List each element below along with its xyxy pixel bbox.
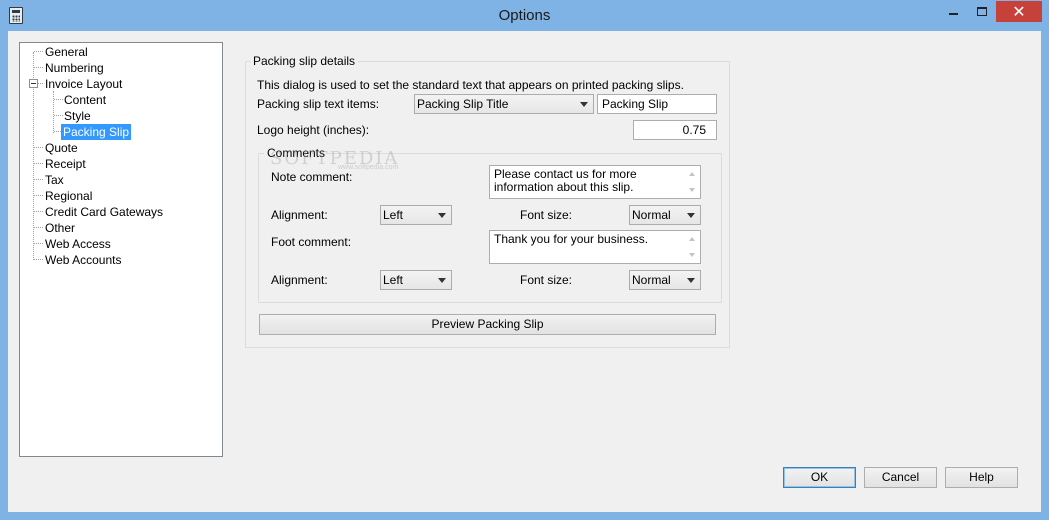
preview-packing-slip-button[interactable]: Preview Packing Slip: [259, 314, 716, 335]
watermark-url: www.softpedia.com: [338, 164, 399, 171]
foot-alignment-select[interactable]: Left: [380, 270, 452, 290]
tree-line: [34, 227, 43, 228]
minimize-button[interactable]: [940, 1, 967, 22]
tree-line: [53, 91, 54, 133]
chevron-down-icon: [438, 213, 446, 218]
foot-font-size-selected: Normal: [632, 273, 671, 287]
chevron-down-icon: [687, 278, 695, 283]
text-items-select[interactable]: Packing Slip Title: [414, 94, 594, 114]
foot-font-size-select[interactable]: Normal: [629, 270, 701, 290]
help-button[interactable]: Help: [945, 467, 1018, 488]
scroll-up-icon[interactable]: [689, 237, 695, 241]
note-font-size-selected: Normal: [632, 208, 671, 222]
tree-item-other[interactable]: Other: [43, 220, 77, 236]
tree-item-packing-slip[interactable]: Packing Slip: [61, 124, 132, 140]
tree-item-content[interactable]: Content: [62, 92, 108, 108]
options-window: Options ✕ General Numbering Invoice Layo…: [0, 0, 1049, 520]
tree-line: [54, 131, 61, 132]
tree-line: [34, 211, 43, 212]
tree-item-quote[interactable]: Quote: [43, 140, 80, 156]
description-text: This dialog is used to set the standard …: [257, 78, 684, 92]
scroll-down-icon[interactable]: [689, 253, 695, 257]
tree-line: [34, 179, 43, 180]
scroll-down-icon[interactable]: [689, 188, 695, 192]
text-items-label: Packing slip text items:: [257, 97, 380, 111]
tree-item-regional[interactable]: Regional: [43, 188, 94, 204]
note-alignment-selected: Left: [383, 208, 404, 222]
note-alignment-select[interactable]: Left: [380, 205, 452, 225]
foot-comment-label: Foot comment:: [271, 235, 352, 249]
tree-line: [34, 163, 43, 164]
note-comment-label: Note comment:: [271, 170, 353, 184]
maximize-icon: [976, 7, 987, 16]
tree-item-receipt[interactable]: Receipt: [43, 156, 88, 172]
cancel-button[interactable]: Cancel: [864, 467, 937, 488]
note-comment-input[interactable]: Please contact us for more information a…: [489, 165, 701, 199]
note-comment-text: Please contact us for more information a…: [494, 167, 637, 194]
tree-item-credit-card-gateways[interactable]: Credit Card Gateways: [43, 204, 165, 220]
chevron-down-icon: [438, 278, 446, 283]
logo-height-label: Logo height (inches):: [257, 123, 370, 137]
tree-item-general[interactable]: General: [43, 44, 90, 60]
logo-height-input[interactable]: 0.75: [633, 120, 717, 140]
foot-font-size-label: Font size:: [520, 273, 573, 287]
minimize-icon: [949, 12, 958, 15]
dialog-client-area: General Numbering Invoice Layout Content…: [8, 31, 1041, 512]
tree-item-tax[interactable]: Tax: [43, 172, 66, 188]
text-item-value-input[interactable]: Packing Slip: [597, 94, 717, 114]
tree-item-numbering[interactable]: Numbering: [43, 60, 106, 76]
collapse-icon[interactable]: [29, 79, 38, 88]
tree-line: [34, 195, 43, 196]
tree-line: [34, 243, 43, 244]
tree-line: [34, 259, 43, 260]
tree-item-web-access[interactable]: Web Access: [43, 236, 113, 252]
close-icon: ✕: [1012, 3, 1026, 21]
packing-slip-details-title: Packing slip details: [250, 54, 359, 68]
close-button[interactable]: ✕: [996, 1, 1042, 22]
foot-alignment-label: Alignment:: [271, 273, 328, 287]
title-bar[interactable]: Options ✕: [0, 0, 1049, 31]
maximize-button[interactable]: [968, 1, 995, 22]
tree-item-web-accounts[interactable]: Web Accounts: [43, 252, 124, 268]
note-font-size-label: Font size:: [520, 208, 573, 222]
tree-line: [34, 67, 43, 68]
text-items-selected: Packing Slip Title: [417, 97, 509, 111]
chevron-down-icon: [687, 213, 695, 218]
options-tree[interactable]: General Numbering Invoice Layout Content…: [19, 42, 223, 457]
scroll-up-icon[interactable]: [689, 172, 695, 176]
tree-line: [34, 51, 43, 52]
tree-item-invoice-layout[interactable]: Invoice Layout: [43, 76, 124, 92]
chevron-down-icon: [580, 102, 588, 107]
window-title: Options: [498, 7, 551, 24]
tree-line: [34, 147, 43, 148]
foot-alignment-selected: Left: [383, 273, 404, 287]
tree-item-style[interactable]: Style: [62, 108, 93, 124]
note-alignment-label: Alignment:: [271, 208, 328, 222]
ok-button[interactable]: OK: [783, 467, 856, 488]
foot-comment-input[interactable]: Thank you for your business.: [489, 230, 701, 264]
foot-comment-text: Thank you for your business.: [494, 232, 649, 246]
note-font-size-select[interactable]: Normal: [629, 205, 701, 225]
